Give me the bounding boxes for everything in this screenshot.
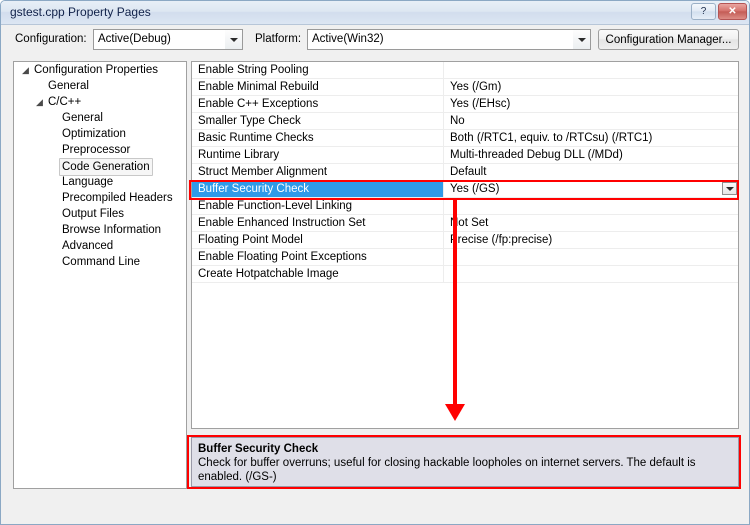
property-row[interactable]: Enable Enhanced Instruction Set Not Set [192,215,738,232]
property-description-pane: Buffer Security Check Check for buffer o… [191,437,739,487]
tree-item-label: Language [62,176,114,188]
property-name: Struct Member Alignment [192,164,444,180]
tree-item-optimization[interactable]: Optimization [14,126,186,142]
property-value-text: No [450,115,465,127]
tree-item-label: Optimization [62,128,126,140]
tree-item-advanced[interactable]: Advanced [14,238,186,254]
tree-item-browse-information[interactable]: Browse Information [14,222,186,238]
property-row[interactable]: Buffer Security Check Yes (/GS) [192,181,738,198]
property-value-text: Yes (/EHsc) [450,98,511,110]
configuration-manager-button[interactable]: Configuration Manager... [598,29,739,50]
tree-item-label: General [48,80,89,92]
tree-item-general[interactable]: General [14,110,186,126]
property-pages-dialog: gstest.cpp Property Pages ? ✕ Configurat… [0,0,750,525]
tree-item-code-generation[interactable]: Code Generation [14,158,186,176]
property-name: Floating Point Model [192,232,444,248]
title-bar: gstest.cpp Property Pages ? ✕ [1,1,749,25]
platform-value: Active(Win32) [312,33,384,45]
property-value[interactable] [444,62,738,78]
title-bar-buttons: ? ✕ [691,3,747,20]
tree-item-label: Advanced [62,240,114,252]
property-value-text: Multi-threaded Debug DLL (/MDd) [450,149,623,161]
property-row[interactable]: Enable Floating Point Exceptions [192,249,738,266]
property-value[interactable]: Default [444,164,738,180]
tree-item-label: Preprocessor [62,144,131,156]
platform-label: Platform: [255,33,302,45]
platform-dropdown[interactable]: Active(Win32) [307,29,591,50]
tree-item-precompiled-headers[interactable]: Precompiled Headers [14,190,186,206]
property-value-text: Precise (/fp:precise) [450,234,553,246]
configuration-value: Active(Debug) [98,33,171,45]
tree-item-language[interactable]: Language [14,174,186,190]
property-name: Enable String Pooling [192,62,444,78]
property-value[interactable]: Multi-threaded Debug DLL (/MDd) [444,147,738,163]
property-name: Enable C++ Exceptions [192,96,444,112]
tree-item-command-line[interactable]: Command Line [14,254,186,270]
property-value[interactable] [444,266,738,282]
property-value[interactable] [444,249,738,265]
configuration-tree[interactable]: ◢ Configuration Properties General ◢ C/C++ Ge… [13,61,187,489]
chevron-down-icon[interactable] [225,30,242,49]
property-row[interactable]: Struct Member Alignment Default [192,164,738,181]
description-body: Check for buffer overruns; useful for cl… [198,457,696,483]
tree-item-preprocessor[interactable]: Preprocessor [14,142,186,158]
property-row[interactable]: Basic Runtime Checks Both (/RTC1, equiv. … [192,130,738,147]
property-value[interactable]: Yes (/EHsc) [444,96,738,112]
property-row[interactable]: Enable Function-Level Linking [192,198,738,215]
property-value-text: Yes (/GS) [450,183,500,195]
tree-item-label: Configuration Properties [34,64,159,76]
property-name: Enable Floating Point Exceptions [192,249,444,265]
help-icon[interactable]: ? [691,3,716,20]
tree-item-c-c[interactable]: ◢ C/C++ [14,94,186,110]
tree-item-label: Precompiled Headers [62,192,173,204]
configuration-label: Configuration: [15,33,87,45]
tree-item-label: C/C++ [48,96,82,108]
expander-open-icon[interactable]: ◢ [34,94,45,110]
property-value[interactable]: No [444,113,738,129]
tree-item-output-files[interactable]: Output Files [14,206,186,222]
property-grid[interactable]: Enable String Pooling Enable Minimal Rebu… [191,61,739,429]
tree-item-configuration-properties[interactable]: ◢ Configuration Properties [14,62,186,78]
window-title: gstest.cpp Property Pages [10,5,151,19]
tree-item-label: Output Files [62,208,124,220]
property-name: Basic Runtime Checks [192,130,444,146]
property-row[interactable]: Floating Point Model Precise (/fp:precise… [192,232,738,249]
property-name: Smaller Type Check [192,113,444,129]
configuration-dropdown[interactable]: Active(Debug) [93,29,243,50]
property-value[interactable]: Both (/RTC1, equiv. to /RTCsu) (/RTC1) [444,130,738,146]
property-value-text: Not Set [450,217,489,229]
configuration-bar: Configuration: Active(Debug) Platform: A… [1,25,749,58]
property-value-text: Default [450,166,487,178]
property-name: Create Hotpatchable Image [192,266,444,282]
property-value[interactable]: Yes (/Gm) [444,79,738,95]
property-name: Enable Enhanced Instruction Set [192,215,444,231]
property-value-text: Both (/RTC1, equiv. to /RTCsu) (/RTC1) [450,132,653,144]
chevron-down-icon[interactable] [573,30,590,49]
property-value-text: Yes (/Gm) [450,81,502,93]
property-row[interactable]: Create Hotpatchable Image [192,266,738,283]
property-name: Runtime Library [192,147,444,163]
property-row[interactable]: Enable C++ Exceptions Yes (/EHsc) [192,96,738,113]
tree-item-general[interactable]: General [14,78,186,94]
chevron-down-icon[interactable] [722,182,737,195]
property-name: Buffer Security Check [192,181,444,197]
property-value[interactable]: Not Set [444,215,738,231]
tree-item-label: General [62,112,103,124]
property-row[interactable]: Enable String Pooling [192,62,738,79]
property-name: Enable Function-Level Linking [192,198,444,214]
description-title: Buffer Security Check [198,443,319,455]
tree-item-label: Command Line [62,256,140,268]
tree-item-label: Browse Information [62,224,162,236]
property-row[interactable]: Enable Minimal Rebuild Yes (/Gm) [192,79,738,96]
dialog-footer: 확인 취소 적용(A) [1,487,749,524]
property-value[interactable]: Precise (/fp:precise) [444,232,738,248]
close-icon[interactable]: ✕ [718,3,747,20]
property-row[interactable]: Smaller Type Check No [192,113,738,130]
expander-open-icon[interactable]: ◢ [20,62,31,78]
property-name: Enable Minimal Rebuild [192,79,444,95]
property-row[interactable]: Runtime Library Multi-threaded Debug DLL … [192,147,738,164]
property-value[interactable]: Yes (/GS) [444,181,738,197]
property-value[interactable] [444,198,738,214]
